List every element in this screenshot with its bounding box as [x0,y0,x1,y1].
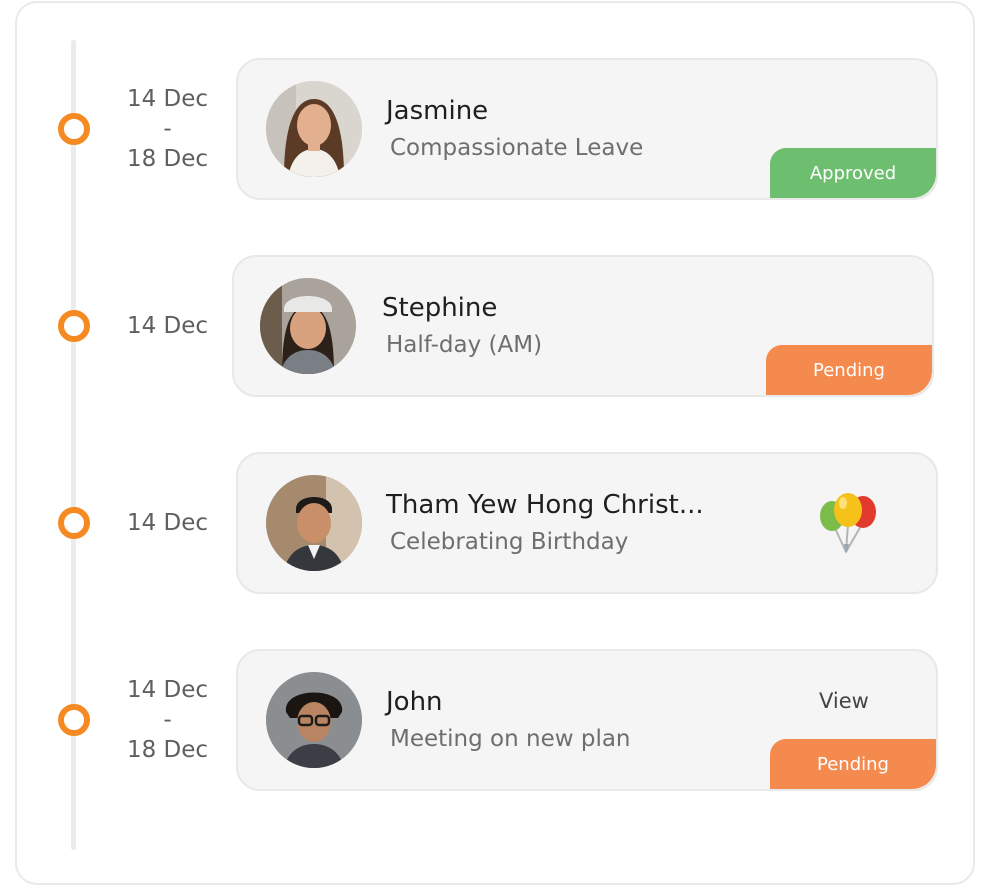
view-link[interactable]: View [819,689,869,713]
avatar [266,81,362,177]
leave-type: Half-day (AM) [386,332,543,358]
date-range: 14 Dec - 18 Dec [100,649,235,791]
timeline-entry: 14 Dec - 18 Dec Jasmine Compassionate Le… [0,58,996,200]
status-badge: Pending [770,739,936,789]
leave-card[interactable]: Stephine Half-day (AM) Pending [232,255,934,397]
date-range: 14 Dec [100,255,235,397]
date-range: 14 Dec - 18 Dec [100,58,235,200]
event-type: Celebrating Birthday [390,529,629,555]
employee-name: Tham Yew Hong Christ... [386,490,704,520]
avatar [266,672,362,768]
timeline-entry: 14 Dec Tham Yew Hong Christ... Celebrati… [0,452,996,594]
end-date: 18 Dec [126,146,209,172]
birthday-card[interactable]: Tham Yew Hong Christ... Celebrating Birt… [236,452,938,594]
status-badge: Approved [770,148,936,198]
leave-type: Compassionate Leave [390,135,644,161]
avatar [266,475,362,571]
start-date: 14 Dec [126,313,209,339]
employee-name: Stephine [382,293,498,323]
start-date: 14 Dec [126,677,209,703]
date-range: 14 Dec [100,452,235,594]
start-date: 14 Dec [126,510,209,536]
employee-name: Jasmine [386,96,489,126]
event-card[interactable]: John Meeting on new plan View Pending [236,649,938,791]
timeline-dot [58,507,90,539]
timeline-dot [58,113,90,145]
balloons-icon [816,490,882,560]
timeline-entry: 14 Dec - 18 Dec John Meeting on new plan… [0,649,996,791]
event-type: Meeting on new plan [390,726,631,752]
status-badge: Pending [766,345,932,395]
timeline-dot [58,310,90,342]
end-date: 18 Dec [126,737,209,763]
date-separator: - [163,707,172,733]
date-separator: - [163,116,172,142]
timeline-entry: 14 Dec Stephine Half-day (AM) Pending [0,255,996,397]
leave-card[interactable]: Jasmine Compassionate Leave Approved [236,58,938,200]
employee-name: John [386,687,443,717]
timeline-dot [58,704,90,736]
start-date: 14 Dec [126,86,209,112]
avatar [260,278,356,374]
